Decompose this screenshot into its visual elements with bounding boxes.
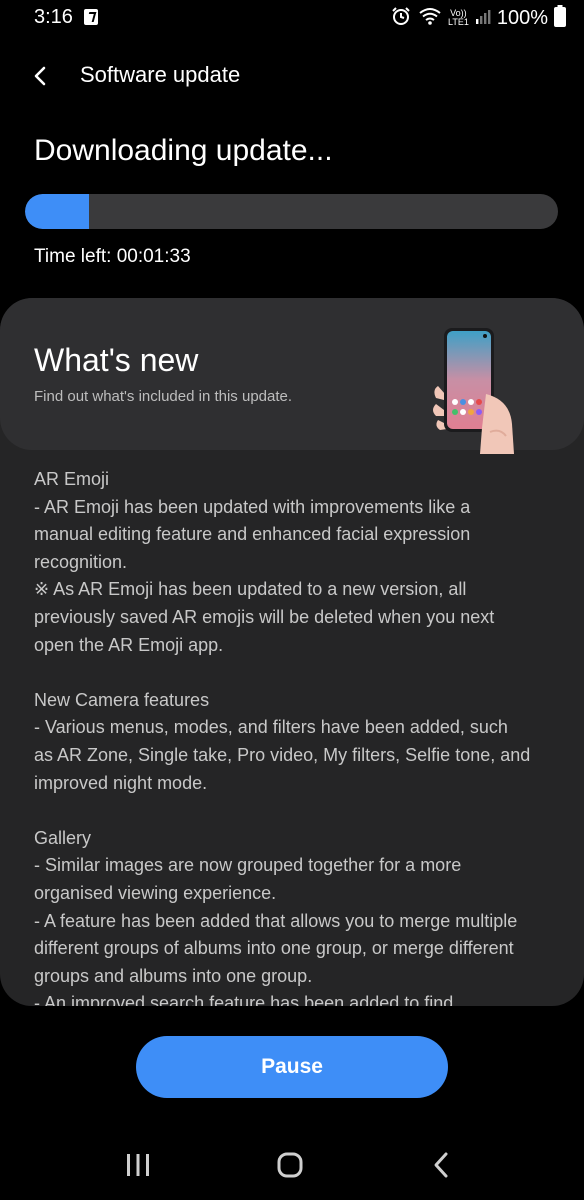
status-bar: 3:16 Vo)) LTE1 100%	[0, 0, 584, 36]
release-notes: AR Emoji - AR Emoji has been updated with…	[34, 466, 554, 1006]
release-note-heading: Gallery	[34, 827, 92, 848]
alarm-icon	[390, 5, 412, 32]
whats-new-title: What's new	[34, 342, 199, 378]
system-nav-bar	[0, 1130, 584, 1200]
status-time: 3:16	[34, 6, 73, 28]
volte-icon: Vo)) LTE1	[448, 9, 469, 27]
page-title: Software update	[80, 62, 241, 87]
wifi-icon	[418, 6, 442, 31]
back-icon[interactable]	[424, 1150, 460, 1180]
release-note-line: as AR Zone, Single take, Pro video, My f…	[34, 744, 531, 765]
release-note-line: ※ As AR Emoji has been updated to a new …	[34, 579, 467, 600]
release-note-line: - Various menus, modes, and filters have…	[34, 717, 508, 738]
whats-new-header: What's new Find out what's included in t…	[0, 298, 584, 454]
pause-button[interactable]: Pause	[136, 1036, 448, 1098]
download-progress-bar	[25, 194, 558, 229]
release-note-line: organised viewing experience.	[34, 882, 277, 903]
release-note-line: - Similar images are now grouped togethe…	[34, 855, 462, 876]
battery-icon	[554, 4, 566, 32]
whats-new-card: What's new Find out what's included in t…	[0, 298, 584, 1006]
signal-icon	[475, 7, 491, 30]
status-icons: Vo)) LTE1 100%	[390, 4, 566, 32]
release-note-line: - A feature has been added that allows y…	[34, 910, 518, 931]
volte-label-bottom: LTE1	[448, 17, 469, 27]
recent-apps-icon[interactable]	[120, 1150, 156, 1180]
release-note-line: different groups of albums into one grou…	[34, 938, 514, 959]
download-progress-fill	[25, 194, 89, 229]
release-note-line: manual editing feature and enhanced faci…	[34, 524, 471, 545]
time-left-label: Time left: 00:01:33	[34, 246, 191, 267]
release-note-line: recognition.	[34, 551, 128, 572]
home-icon[interactable]	[272, 1150, 308, 1180]
release-note-section: Gallery - Similar images are now grouped …	[34, 825, 554, 1006]
whats-new-subtitle: Find out what's included in this update.	[34, 388, 293, 405]
release-note-heading: New Camera features	[34, 689, 210, 710]
release-note-line: - An improved search feature has been ad…	[34, 993, 454, 1006]
release-note-section: AR Emoji - AR Emoji has been updated with…	[34, 466, 554, 659]
release-note-line: - AR Emoji has been updated with improve…	[34, 496, 471, 517]
release-note-line: groups and albums into one group.	[34, 965, 313, 986]
back-button[interactable]	[24, 58, 60, 94]
battery-percent: 100%	[496, 6, 548, 29]
app-header: Software update	[0, 52, 584, 100]
release-note-line: open the AR Emoji app.	[34, 634, 224, 655]
release-note-line: previously saved AR emojis will be delet…	[34, 606, 495, 627]
download-status-title: Downloading update...	[34, 134, 333, 167]
notification-icon	[84, 9, 98, 25]
release-note-heading: AR Emoji	[34, 469, 110, 489]
phone-in-hand-illustration	[430, 324, 520, 454]
release-note-line: improved night mode.	[34, 772, 208, 793]
chevron-left-icon	[34, 66, 46, 86]
release-note-section: New Camera features - Various menus, mode…	[34, 687, 554, 797]
